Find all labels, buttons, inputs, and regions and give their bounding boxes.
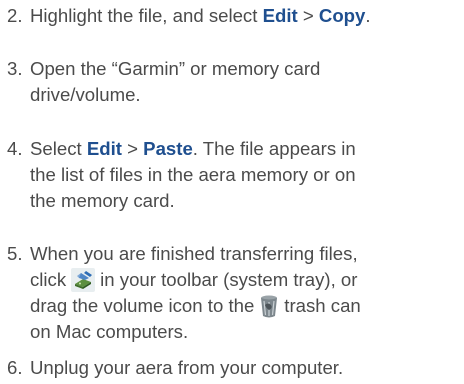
step-number: 6. xyxy=(7,357,23,378)
step-text-line: the memory card. xyxy=(30,190,175,211)
step-number: 4. xyxy=(7,138,23,159)
step-text-line: Unplug your aera from your computer. xyxy=(30,357,344,378)
trash-can-icon xyxy=(259,294,279,318)
step-text-fragment: Select xyxy=(30,138,87,159)
step-text-fragment: drag the volume icon to the xyxy=(30,295,255,316)
step-text-fragment: trash can xyxy=(284,295,361,316)
step-text-fragment: click xyxy=(30,269,67,290)
menu-separator: > xyxy=(297,5,319,26)
step-text-line: click in your toolbar (system tray), or xyxy=(30,267,464,293)
step-text-line: Select Edit > Paste. The file appears in xyxy=(30,136,464,162)
step-text-line: When you are finished transferring files… xyxy=(30,243,358,264)
step-text: When you are finished transferring files… xyxy=(30,241,464,345)
step-number: 2. xyxy=(7,5,23,26)
step-text-line: drive/volume. xyxy=(30,84,141,105)
step-number: 5. xyxy=(7,243,23,264)
step-text-fragment: in your toolbar (system tray), or xyxy=(100,269,358,290)
step-text-fragment: . The file appears in xyxy=(192,138,356,159)
step-number: 3. xyxy=(7,58,23,79)
step-text: Open the “Garmin” or memory card drive/v… xyxy=(30,56,464,108)
menu-name-edit: Edit xyxy=(86,138,122,159)
safely-remove-hardware-icon xyxy=(71,268,96,292)
step-text: Select Edit > Paste. The file appears in… xyxy=(30,136,464,214)
step-text: Unplug your aera from your computer. xyxy=(30,355,464,381)
step-text-line: on Mac computers. xyxy=(30,321,189,342)
step-text-line: Open the “Garmin” or memory card xyxy=(30,58,321,79)
step-text: Highlight the file, and select Edit > Co… xyxy=(30,3,464,29)
step-text-line: drag the volume icon to the trash can xyxy=(30,293,464,319)
instructions-page: 2. Highlight the file, and select Edit >… xyxy=(0,0,464,384)
step-text-line: the list of files in the aera memory or … xyxy=(30,164,356,185)
menu-name-copy: Copy xyxy=(318,5,366,26)
menu-separator: > xyxy=(121,138,144,159)
menu-name-paste: Paste xyxy=(143,138,193,159)
step-text-fragment: . xyxy=(365,5,371,26)
menu-name-edit: Edit xyxy=(262,5,298,26)
step-text-fragment: Highlight the file, and select xyxy=(30,5,263,26)
